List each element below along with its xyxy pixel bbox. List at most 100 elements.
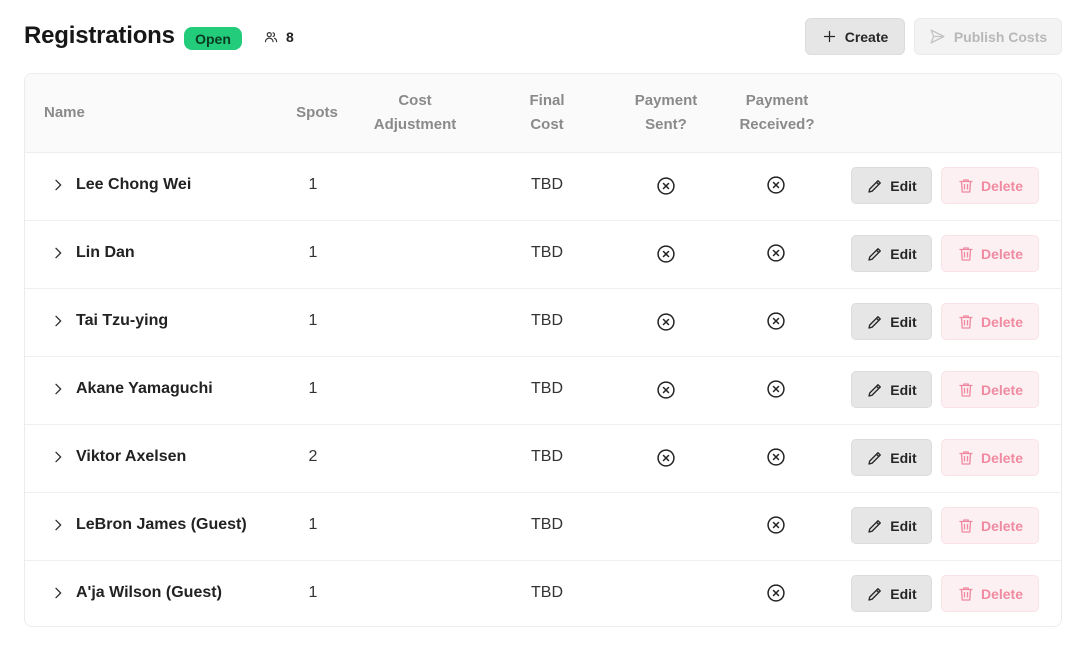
edit-button[interactable]: Edit	[851, 303, 932, 340]
edit-button-label: Edit	[890, 177, 917, 194]
column-cost-adjustment-line2: Adjustment	[373, 116, 457, 133]
participant-count: 8	[264, 28, 294, 46]
trash-icon	[959, 450, 973, 465]
chevron-right-icon[interactable]	[50, 585, 66, 601]
payment-received-x-icon	[767, 380, 785, 398]
edit-button-label: Edit	[890, 585, 917, 602]
table-row: LeBron James (Guest) 1 TBD Edit Delete	[25, 493, 1061, 561]
edit-button[interactable]: Edit	[851, 235, 932, 272]
pencil-icon	[868, 315, 882, 329]
spots-value: 1	[308, 584, 318, 601]
delete-button[interactable]: Delete	[941, 371, 1039, 408]
delete-button[interactable]: Delete	[941, 235, 1039, 272]
spots-value: 1	[308, 244, 318, 261]
plus-icon	[823, 30, 835, 43]
delete-button-label: Delete	[980, 585, 1024, 602]
delete-button-label: Delete	[980, 313, 1024, 330]
users-icon	[264, 32, 278, 43]
edit-button[interactable]: Edit	[851, 371, 932, 408]
final-cost-value: TBD	[531, 176, 563, 193]
page-title: Registrations	[24, 22, 175, 49]
create-button[interactable]: Create	[805, 18, 905, 55]
edit-button[interactable]: Edit	[851, 167, 932, 204]
payment-received-x-icon	[767, 448, 785, 466]
delete-button[interactable]: Delete	[941, 167, 1039, 204]
trash-icon	[959, 518, 973, 533]
trash-icon	[959, 586, 973, 601]
edit-button[interactable]: Edit	[851, 439, 932, 476]
create-button-label: Create	[844, 28, 889, 45]
chevron-right-icon[interactable]	[50, 245, 66, 261]
spots-value: 1	[308, 176, 318, 193]
table-row: A'ja Wilson (Guest) 1 TBD Edit Delete	[25, 561, 1061, 626]
delete-button-label: Delete	[980, 517, 1024, 534]
edit-button-label: Edit	[890, 517, 917, 534]
payment-sent-x-icon	[657, 177, 675, 195]
column-payment-sent: Payment Sent?	[621, 89, 711, 137]
chevron-right-icon[interactable]	[50, 313, 66, 329]
pencil-icon	[868, 383, 882, 397]
final-cost-value: TBD	[531, 584, 563, 601]
registrant-name: Lin Dan	[76, 244, 135, 261]
delete-button[interactable]: Delete	[941, 575, 1039, 612]
final-cost-value: TBD	[531, 516, 563, 533]
table-body: Lee Chong Wei 1 TBD Edit Delete Lin Dan …	[25, 153, 1061, 626]
status-badge: Open	[184, 27, 242, 50]
edit-button[interactable]: Edit	[851, 507, 932, 544]
pencil-icon	[868, 247, 882, 261]
publish-costs-button[interactable]: Publish Costs	[914, 18, 1062, 55]
payment-sent-x-icon	[657, 449, 675, 467]
payment-sent-x-icon	[657, 381, 675, 399]
payment-received-x-icon	[767, 176, 785, 194]
publish-costs-label: Publish Costs	[953, 28, 1048, 45]
registrant-name: LeBron James (Guest)	[76, 516, 247, 533]
table-row: Lee Chong Wei 1 TBD Edit Delete	[25, 153, 1061, 221]
table-row: Lin Dan 1 TBD Edit Delete	[25, 221, 1061, 289]
column-payment-received-line2: Received?	[739, 116, 815, 133]
column-payment-received-line1: Payment	[745, 92, 809, 109]
trash-icon	[959, 382, 973, 397]
delete-button-label: Delete	[980, 449, 1024, 466]
edit-button-label: Edit	[890, 449, 917, 466]
send-icon	[930, 29, 945, 44]
delete-button[interactable]: Delete	[941, 303, 1039, 340]
chevron-right-icon[interactable]	[50, 449, 66, 465]
delete-button-label: Delete	[980, 177, 1024, 194]
page-header: Registrations Open 8 Create Publish Cost…	[24, 18, 1062, 56]
pencil-icon	[868, 519, 882, 533]
trash-icon	[959, 178, 973, 193]
chevron-right-icon[interactable]	[50, 177, 66, 193]
final-cost-value: TBD	[531, 312, 563, 329]
payment-sent-x-icon	[657, 313, 675, 331]
table-row: Akane Yamaguchi 1 TBD Edit Delete	[25, 357, 1061, 425]
table-row: Tai Tzu-ying 1 TBD Edit Delete	[25, 289, 1061, 357]
column-cost-adjustment-line1: Cost	[398, 92, 432, 109]
chevron-right-icon[interactable]	[50, 517, 66, 533]
delete-button[interactable]: Delete	[941, 507, 1039, 544]
delete-button[interactable]: Delete	[941, 439, 1039, 476]
table-header: Name Spots Cost Adjustment Final Cost Pa…	[25, 74, 1061, 153]
payment-received-x-icon	[767, 516, 785, 534]
column-final-cost: Final Cost	[507, 89, 587, 137]
participant-count-value: 8	[286, 29, 294, 45]
edit-button-label: Edit	[890, 245, 917, 262]
column-cost-adjustment: Cost Adjustment	[355, 89, 475, 137]
chevron-right-icon[interactable]	[50, 381, 66, 397]
registrant-name: Tai Tzu-ying	[76, 312, 169, 329]
spots-value: 1	[308, 380, 318, 397]
edit-button[interactable]: Edit	[851, 575, 932, 612]
registrant-name: Viktor Axelsen	[76, 448, 187, 465]
edit-button-label: Edit	[890, 381, 917, 398]
registrations-table: Name Spots Cost Adjustment Final Cost Pa…	[24, 73, 1062, 627]
final-cost-value: TBD	[531, 448, 563, 465]
registrant-name: Akane Yamaguchi	[76, 380, 213, 397]
payment-sent-x-icon	[657, 245, 675, 263]
trash-icon	[959, 246, 973, 261]
column-name: Name	[44, 104, 85, 121]
table-row: Viktor Axelsen 2 TBD Edit Delete	[25, 425, 1061, 493]
column-payment-sent-line2: Sent?	[645, 116, 687, 133]
registrant-name: Lee Chong Wei	[76, 176, 192, 193]
spots-value: 2	[308, 448, 318, 465]
edit-button-label: Edit	[890, 313, 917, 330]
spots-value: 1	[308, 516, 318, 533]
